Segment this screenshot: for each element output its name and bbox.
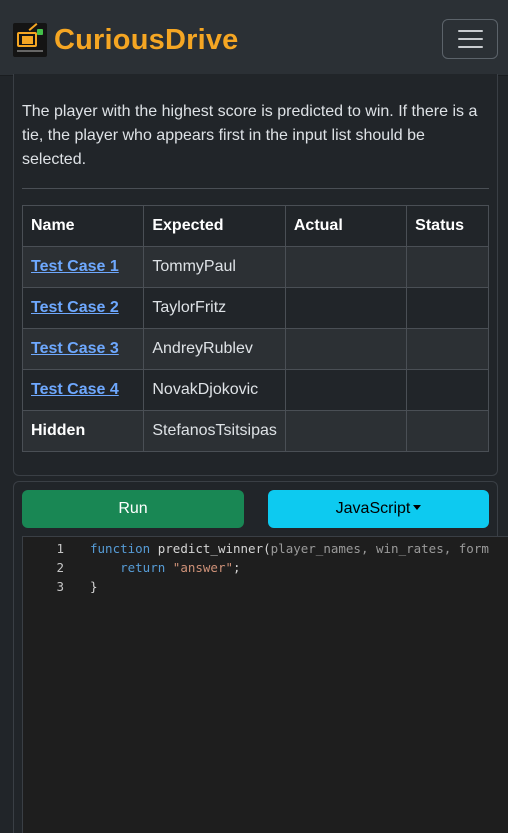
run-button[interactable]: Run — [22, 490, 244, 528]
test-cases-table: Name Expected Actual Status Test Case 1 … — [21, 205, 489, 452]
table-row: Test Case 4 NovakDjokovic — [21, 369, 489, 411]
expected-cell: NovakDjokovic — [143, 369, 286, 411]
code-string: "answer" — [172, 560, 234, 575]
code-editor[interactable]: 1 2 3 function predict_winner(player_nam… — [22, 536, 508, 833]
table-header-row: Name Expected Actual Status — [21, 205, 489, 247]
line-number: 1 — [56, 541, 64, 556]
language-dropdown-button[interactable]: JavaScript — [268, 490, 489, 528]
hidden-test-label: Hidden — [31, 422, 86, 439]
column-header-name: Name — [21, 205, 145, 247]
table-row: Test Case 3 AndreyRublev — [21, 328, 489, 370]
table-row: Test Case 2 TaylorFritz — [21, 287, 489, 329]
status-cell — [406, 287, 489, 329]
code-line: return "answer"; — [120, 560, 241, 575]
actual-cell — [284, 410, 408, 452]
column-header-expected: Expected — [143, 205, 286, 247]
code-line: function predict_winner(player_names, wi… — [90, 539, 489, 558]
test-case-4-link[interactable]: Test Case 4 — [31, 381, 119, 398]
actual-cell — [284, 328, 408, 370]
status-cell — [406, 246, 489, 288]
actual-cell — [284, 246, 408, 288]
test-case-2-link[interactable]: Test Case 2 — [31, 299, 119, 316]
status-cell — [406, 410, 489, 452]
problem-description: The player with the highest score is pre… — [22, 103, 478, 168]
brand-name: CuriousDrive — [54, 23, 239, 56]
navbar-toggle-button[interactable] — [442, 19, 498, 59]
brand-link[interactable]: CuriousDrive — [13, 22, 239, 58]
actual-cell — [284, 287, 408, 329]
code-line: } — [90, 579, 98, 594]
status-cell — [406, 328, 489, 370]
caret-down-icon — [413, 505, 422, 510]
column-header-actual: Actual — [284, 205, 408, 247]
expected-cell: StefanosTsitsipas — [143, 410, 286, 452]
expected-cell: TommyPaul — [143, 246, 286, 288]
code-keyword: return — [120, 560, 166, 575]
navbar: CuriousDrive — [0, 0, 508, 76]
table-row: Hidden StefanosTsitsipas — [21, 410, 489, 452]
column-header-status: Status — [406, 205, 489, 247]
line-number: 3 — [56, 579, 64, 594]
test-case-3-link[interactable]: Test Case 3 — [31, 340, 119, 357]
line-number-gutter: 1 2 3 — [23, 537, 83, 833]
code-keyword: function — [90, 541, 151, 556]
code-function-name: predict_winner( — [150, 541, 271, 556]
test-case-1-link[interactable]: Test Case 1 — [31, 258, 119, 275]
status-cell — [406, 369, 489, 411]
code-params: player_names, win_rates, form — [270, 541, 489, 556]
line-number: 2 — [56, 560, 64, 575]
expected-cell: AndreyRublev — [143, 328, 286, 370]
language-label: JavaScript — [335, 500, 411, 517]
table-row: Test Case 1 TommyPaul — [21, 246, 489, 288]
actual-cell — [284, 369, 408, 411]
expected-cell: TaylorFritz — [143, 287, 286, 329]
tv-logo-icon — [13, 23, 47, 57]
divider — [22, 188, 489, 189]
